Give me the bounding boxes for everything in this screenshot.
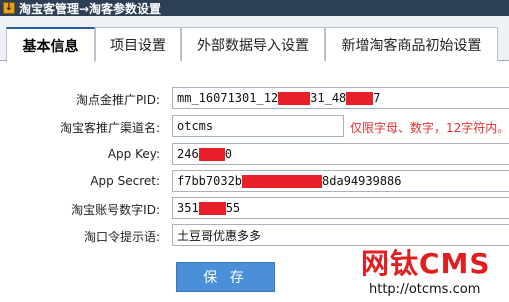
redaction-mark xyxy=(242,174,323,188)
account-id-label: 淘宝账号数字ID: xyxy=(71,203,160,217)
watermark: 网钛CMS http://otcms.com xyxy=(345,242,509,302)
app-key-label: App Key: xyxy=(107,147,160,161)
channel-value: otcms xyxy=(177,119,214,133)
tab-project-settings[interactable]: 项目设置 xyxy=(95,27,181,61)
watermark-brand: 网钛CMS xyxy=(361,247,491,280)
password-hint-value: 土豆哥优惠多多 xyxy=(177,228,262,243)
pid-input[interactable]: mm_16071301_12 31_48 7 xyxy=(172,87,509,109)
pid-value-prefix: mm_16071301_12 xyxy=(177,91,279,105)
pid-label: 淘点金推广PID: xyxy=(75,93,160,107)
app-secret-value-suffix: 8da94939886 xyxy=(322,174,402,188)
app-secret-input[interactable]: f7bb7032b 8da94939886 xyxy=(172,170,509,192)
app-secret-label: App Secret: xyxy=(90,174,160,188)
app-key-value-prefix: 246 xyxy=(177,147,199,161)
app-key-value-suffix: 0 xyxy=(224,147,232,161)
tab-basic-info[interactable]: 基本信息 xyxy=(6,27,95,62)
channel-label: 淘宝客推广渠道名: xyxy=(59,121,160,135)
password-hint-label: 淘口令提示语: xyxy=(83,230,160,244)
download-arrow-icon: ↓ xyxy=(3,2,15,14)
account-id-value-prefix: 351 xyxy=(177,201,199,215)
redaction-mark xyxy=(346,91,374,105)
pid-value-middle: 31_48 xyxy=(310,91,347,105)
save-button[interactable]: 保 存 xyxy=(176,262,275,292)
redaction-mark xyxy=(278,91,311,105)
channel-hint: 仅限字母、数字，12字符内。 xyxy=(350,121,509,135)
title-bar: ↓ 淘宝客管理→淘客参数设置 xyxy=(0,0,509,16)
account-id-value-suffix: 55 xyxy=(225,201,241,215)
channel-input[interactable]: otcms xyxy=(172,115,344,137)
redaction-mark xyxy=(198,201,226,215)
pid-value-suffix: 7 xyxy=(373,91,381,105)
tab-new-product-initial-settings[interactable]: 新增淘客商品初始设置 xyxy=(325,27,498,61)
tab-bar: 基本信息 项目设置 外部数据导入设置 新增淘客商品初始设置 xyxy=(0,16,509,62)
app-secret-value-prefix: f7bb7032b xyxy=(177,174,243,188)
tab-external-import-settings[interactable]: 外部数据导入设置 xyxy=(181,27,325,61)
account-id-input[interactable]: 351 55 xyxy=(172,197,509,219)
app-key-input[interactable]: 246 0 xyxy=(172,143,509,165)
window-title: 淘宝客管理→淘客参数设置 xyxy=(19,1,162,16)
watermark-url: http://otcms.com xyxy=(369,282,481,297)
redaction-mark xyxy=(198,147,225,161)
